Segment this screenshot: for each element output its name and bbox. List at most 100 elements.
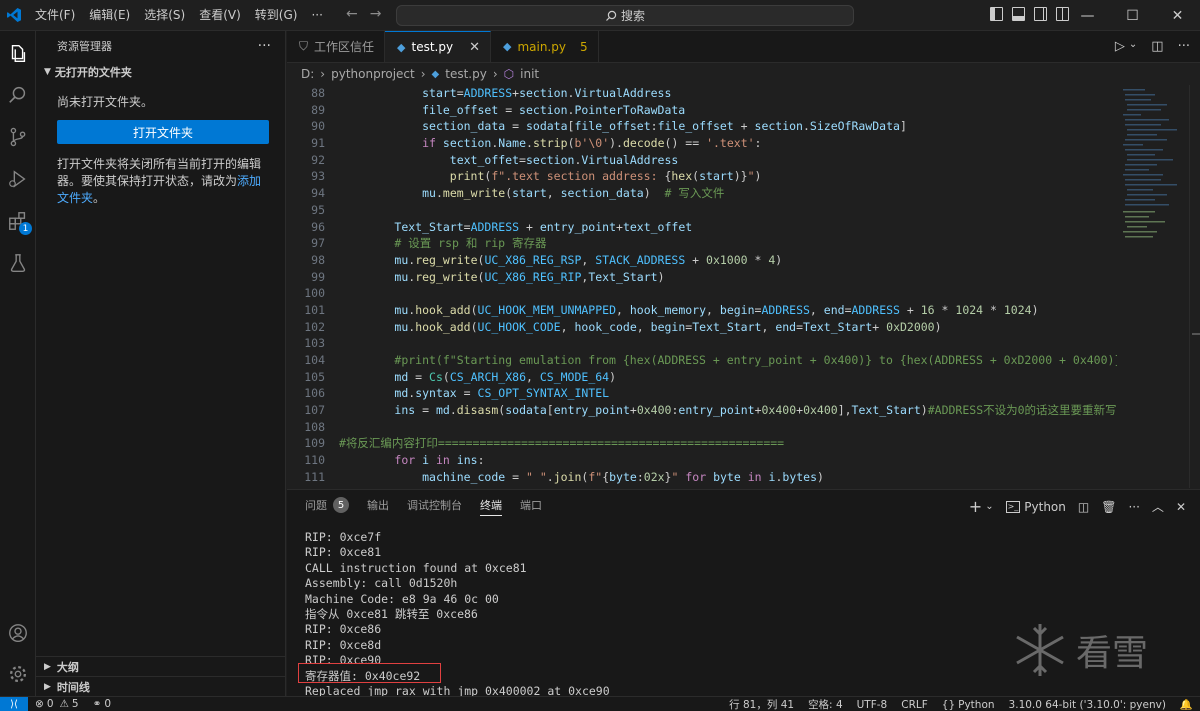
code-line[interactable]: 101 mu.hook_add(UC_HOOK_MEM_UNMAPPED, ho… (287, 302, 1117, 319)
tab-output[interactable]: 输出 (367, 490, 389, 520)
tab-main-py[interactable]: ◆ main.py 5 (491, 31, 599, 62)
code-line[interactable]: 92 text_offet=section.VirtualAddress (287, 152, 1117, 169)
outline-section[interactable]: ▶ 大纲 (36, 656, 286, 676)
language-mode[interactable]: {} Python (935, 699, 1002, 711)
line-content: text_offet=section.VirtualAddress (449, 152, 679, 167)
terminal-line: Assembly: call 0d1520h (305, 576, 458, 591)
tab-workspace-trust[interactable]: ⛉ 工作区信任 (287, 31, 386, 62)
status-bar: ⟩⟨ ⊗ 0 ⚠ 5 ⚭ 0 行 81，列 41 空格: 4 UTF-8 CRLF {… (0, 696, 1200, 711)
open-folder-hint: 打开文件夹将关闭所有当前打开的编辑器。要使其保持打开状态，请改为添加文件夹。 (36, 144, 285, 207)
code-line[interactable]: 103 (287, 335, 1117, 352)
menu-edit[interactable]: 编辑(E) (82, 0, 137, 31)
breadcrumb-drive[interactable]: D: (301, 67, 314, 81)
toggle-panel-icon[interactable] (1012, 7, 1025, 21)
minimize-icon[interactable]: — (1065, 0, 1110, 31)
warning-icon: ⚠ (59, 698, 69, 710)
python-interpreter[interactable]: 3.10.0 64-bit ('3.10.0': pyenv) (1002, 699, 1173, 711)
line-number: 88 (311, 86, 325, 100)
code-line[interactable]: 88 start=ADDRESS+section.VirtualAddress (287, 85, 1117, 102)
menu-selection[interactable]: 选择(S) (137, 0, 192, 31)
explorer-icon[interactable] (6, 41, 30, 65)
no-folder-section-header[interactable]: ▼ 无打开的文件夹 (36, 61, 285, 83)
tab-ports[interactable]: 端口 (520, 490, 542, 520)
close-window-icon[interactable]: ✕ (1155, 0, 1200, 31)
code-line[interactable]: 95 (287, 202, 1117, 219)
remote-indicator-icon[interactable]: ⟩⟨ (0, 696, 28, 711)
more-actions-icon[interactable]: ··· (1178, 39, 1190, 54)
toggle-secondary-sidebar-icon[interactable] (1034, 7, 1047, 21)
trash-icon[interactable]: 🗑 (1101, 500, 1116, 514)
code-line[interactable]: 100 (287, 285, 1117, 302)
close-panel-icon[interactable]: ✕ (1176, 500, 1186, 514)
source-control-icon[interactable] (6, 125, 30, 149)
tab-label: test.py (411, 40, 454, 54)
breadcrumb-symbol[interactable]: init (520, 67, 539, 81)
code-line[interactable]: 106 md.syntax = CS_OPT_SYNTAX_INTEL (287, 385, 1117, 402)
code-line[interactable]: 90 section_data = sodata[file_offset:fil… (287, 118, 1117, 135)
menu-file[interactable]: 文件(F) (28, 0, 82, 31)
tab-problems[interactable]: 问题 5 (305, 490, 349, 520)
run-python-icon[interactable]: ▷ (1115, 39, 1125, 54)
code-line[interactable]: 108 (287, 419, 1117, 436)
maximize-icon[interactable]: ☐ (1110, 0, 1155, 31)
close-tab-icon[interactable]: ✕ (469, 40, 480, 55)
editor-scrollbar[interactable] (1189, 85, 1200, 488)
tab-terminal[interactable]: 终端 (480, 490, 502, 520)
code-line[interactable]: 107 ins = md.disasm(sodata[entry_point+0… (287, 402, 1117, 419)
code-line[interactable]: 89 file_offset = section.PointerToRawDat… (287, 102, 1117, 119)
more-actions-icon[interactable]: ··· (1128, 500, 1139, 514)
testing-flask-icon[interactable] (6, 251, 30, 275)
problems-status[interactable]: ⊗ 0 ⚠ 5 (28, 698, 86, 710)
ports-status[interactable]: ⚭ 0 (86, 698, 119, 710)
code-line[interactable]: 102 mu.hook_add(UC_HOOK_CODE, hook_code,… (287, 319, 1117, 336)
indentation[interactable]: 空格: 4 (801, 697, 850, 711)
chevron-down-icon[interactable]: ⌄ (985, 501, 993, 512)
cursor-position[interactable]: 行 81，列 41 (722, 697, 801, 711)
breadcrumb-folder[interactable]: pythonproject (331, 67, 415, 81)
code-editor[interactable]: 88 start=ADDRESS+section.VirtualAddress 8… (287, 85, 1117, 488)
code-line[interactable]: 91 if section.Name.strip(b'\0').decode()… (287, 135, 1117, 152)
watermark: 看雪 (1012, 622, 1148, 678)
code-line[interactable]: 109 #将反汇编内容打印============================… (287, 435, 1117, 452)
code-line[interactable]: 94 mu.mem_write(start, section_data) # 写… (287, 185, 1117, 202)
sidebar-more-button[interactable]: ··· (258, 38, 271, 54)
minimap[interactable] (1119, 85, 1189, 245)
maximize-panel-icon[interactable]: ︿ (1152, 498, 1164, 515)
code-line[interactable]: 104 #print(f"Starting emulation from {he… (287, 352, 1117, 369)
settings-gear-icon[interactable] (6, 662, 30, 686)
split-editor-icon[interactable]: ◫ (1151, 39, 1163, 54)
open-folder-button[interactable]: 打开文件夹 (57, 120, 269, 144)
tab-test-py[interactable]: ◆ test.py ✕ (385, 31, 491, 62)
code-line[interactable]: 110 for i in ins: (287, 452, 1117, 469)
tab-label: main.py (517, 39, 566, 54)
menu-view[interactable]: 查看(V) (192, 0, 248, 31)
editor-tab-bar: ⛉ 工作区信任 ◆ test.py ✕ ◆ main.py 5 ▷ ⌄ ◫ ··… (287, 31, 1200, 63)
notifications-bell-icon[interactable]: 🔔 (1173, 698, 1200, 711)
chevron-down-icon[interactable]: ⌄ (1129, 39, 1137, 54)
menu-more[interactable]: ··· (304, 0, 329, 31)
tab-debug-console[interactable]: 调试控制台 (407, 490, 462, 520)
account-icon[interactable] (6, 621, 30, 645)
encoding[interactable]: UTF-8 (850, 699, 895, 711)
code-line[interactable]: 96 Text_Start=ADDRESS + entry_point+text… (287, 219, 1117, 236)
code-line[interactable]: 97 # 设置 rsp 和 rip 寄存器 (287, 235, 1117, 252)
menu-go[interactable]: 转到(G) (248, 0, 305, 31)
line-ending[interactable]: CRLF (894, 699, 935, 711)
forward-arrow-icon[interactable]: → (370, 6, 382, 22)
extensions-icon[interactable]: 1 (6, 209, 32, 235)
code-line[interactable]: 99 mu.reg_write(UC_X86_REG_RIP,Text_Star… (287, 269, 1117, 286)
code-line[interactable]: 111 machine_code = " ".join(f"{byte:02x}… (287, 469, 1117, 486)
code-line[interactable]: 93 print(f".text section address: {hex(s… (287, 168, 1117, 185)
toggle-sidebar-icon[interactable] (990, 7, 1003, 21)
new-terminal-icon[interactable]: + (969, 497, 982, 516)
split-terminal-icon[interactable]: ◫ (1078, 500, 1089, 514)
code-line[interactable]: 105 md = Cs(CS_ARCH_X86, CS_MODE_64) (287, 369, 1117, 386)
run-debug-icon[interactable] (6, 167, 30, 191)
code-line[interactable]: 98 mu.reg_write(UC_X86_REG_RSP, STACK_AD… (287, 252, 1117, 269)
back-arrow-icon[interactable]: ← (346, 6, 358, 22)
command-center-search[interactable]: 搜索 (396, 5, 854, 26)
terminal-profile[interactable]: >_ Python (1005, 500, 1066, 514)
breadcrumb-file[interactable]: test.py (445, 67, 487, 81)
timeline-section[interactable]: ▶ 时间线 (36, 676, 286, 696)
search-view-icon[interactable] (6, 83, 30, 107)
